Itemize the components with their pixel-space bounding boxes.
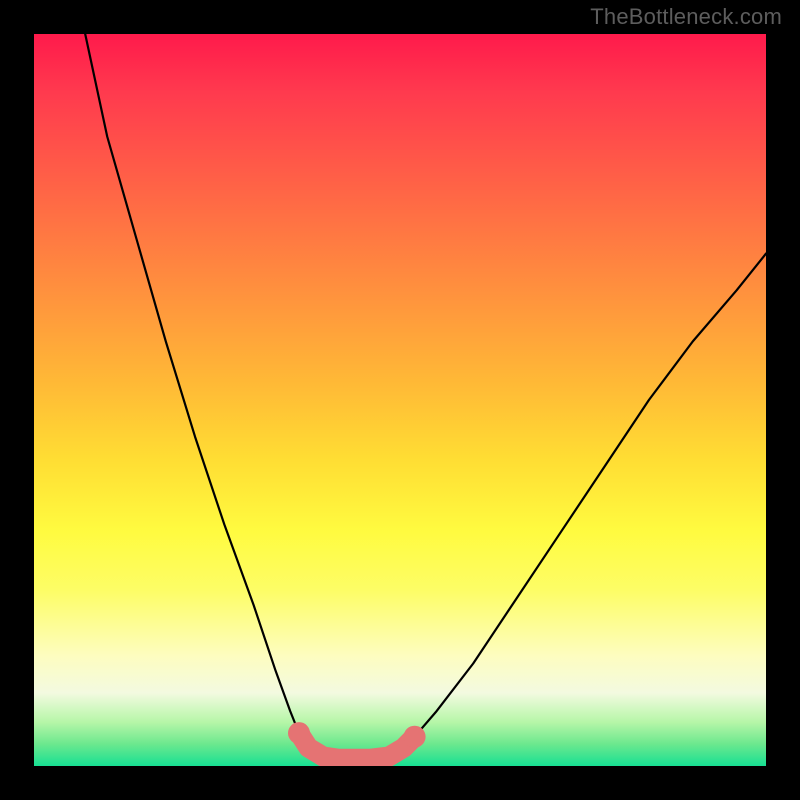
bottleneck-curve-left [85, 34, 356, 759]
marker-dot [288, 722, 310, 744]
marker-trough [299, 733, 415, 759]
plot-area [34, 34, 766, 766]
bottleneck-curve-right [356, 254, 766, 759]
watermark-text: TheBottleneck.com [590, 4, 782, 30]
chart-stage: TheBottleneck.com [0, 0, 800, 800]
marker-dots [288, 722, 426, 748]
marker-dot [404, 726, 426, 748]
curve-layer [34, 34, 766, 766]
